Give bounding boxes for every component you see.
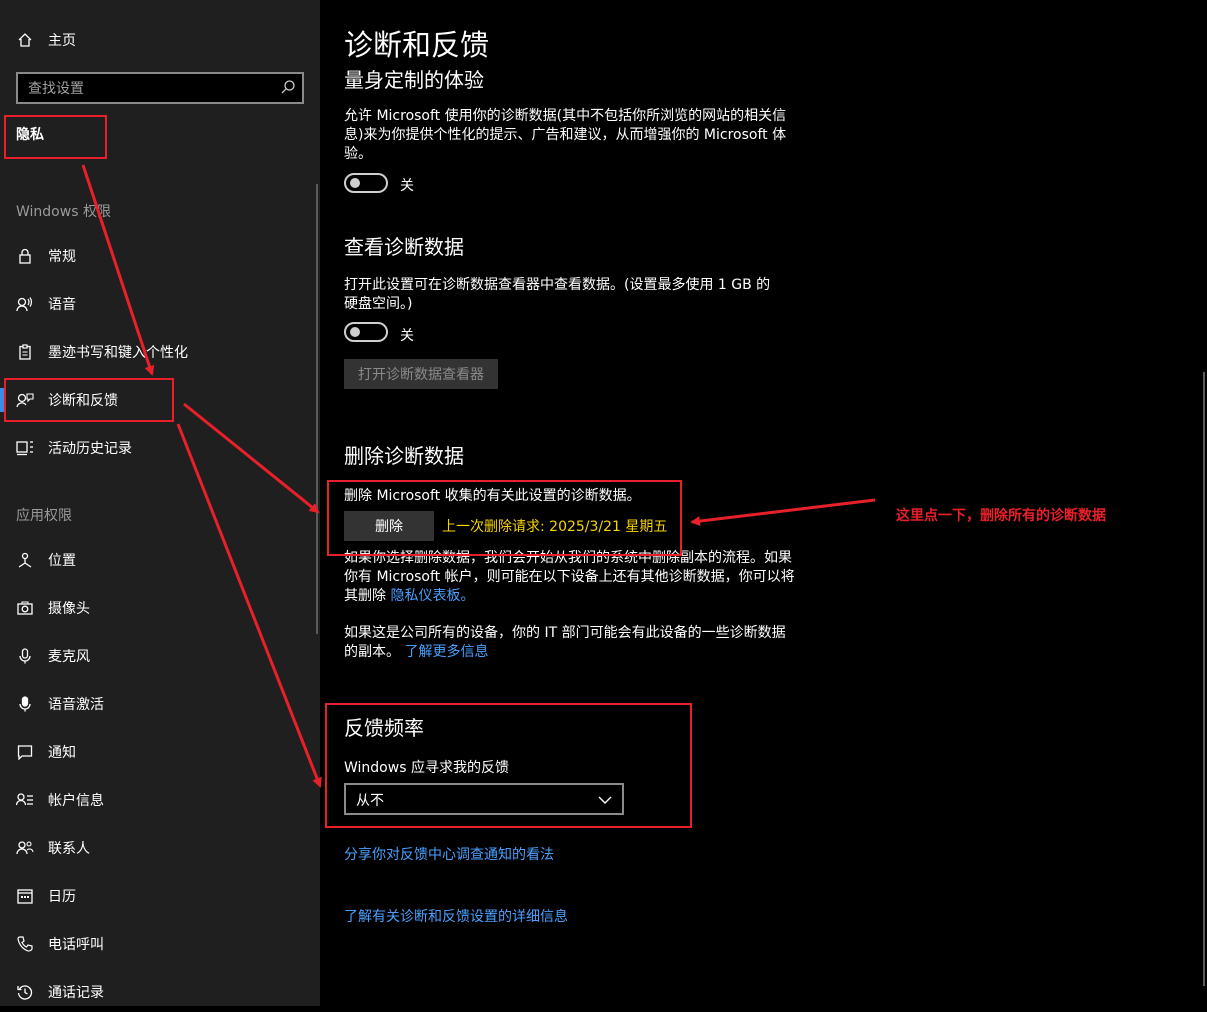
activity-history-icon [16, 439, 34, 457]
home-icon [16, 31, 34, 49]
sidebar-item-label: 常规 [48, 249, 76, 265]
sidebar-scrollbar[interactable] [316, 184, 318, 634]
search-box[interactable] [16, 72, 304, 104]
sidebar-item-inking[interactable]: 墨迹书写和键入个性化 [0, 332, 320, 372]
sidebar-item-label: 联系人 [48, 841, 90, 857]
toggle-knob [350, 327, 360, 337]
search-icon[interactable] [280, 79, 296, 99]
sidebar-item-label: 通话记录 [48, 985, 104, 1001]
sidebar-item-camera[interactable]: 摄像头 [0, 588, 320, 628]
sidebar-item-call-history[interactable]: 通话记录 [0, 972, 320, 1012]
speech-icon [16, 295, 34, 313]
notification-icon [16, 743, 34, 761]
sidebar-item-notifications[interactable]: 通知 [0, 732, 320, 772]
search-input[interactable] [26, 78, 270, 100]
tailored-description: 允许 Microsoft 使用你的诊断数据(其中不包括你所浏览的网站的相关信息)… [344, 108, 787, 162]
sidebar-item-label: 语音激活 [48, 697, 104, 713]
annotation-note: 这里点一下，删除所有的诊断数据 [896, 508, 1106, 524]
toggle-knob [350, 178, 360, 188]
sidebar-item-label: 墨迹书写和键入个性化 [48, 345, 188, 361]
annotation-box-delete [327, 480, 682, 556]
tailored-toggle[interactable] [344, 173, 388, 193]
learn-more-link[interactable]: 了解更多信息 [404, 644, 488, 660]
view-toggle-label: 关 [400, 328, 414, 344]
annotation-box-diagnostics [4, 378, 174, 422]
sidebar-item-label: 日历 [48, 889, 76, 905]
contacts-icon [16, 839, 34, 857]
sidebar-item-label: 通知 [48, 745, 76, 761]
group-label-apps: 应用权限 [16, 508, 72, 524]
sidebar-item-phone-calls[interactable]: 电话呼叫 [0, 924, 320, 964]
call-history-icon [16, 983, 34, 1001]
tailored-heading: 量身定制的体验 [344, 68, 484, 92]
sidebar-item-speech[interactable]: 语音 [0, 284, 320, 324]
microphone-icon [16, 647, 34, 665]
open-viewer-button[interactable]: 打开诊断数据查看器 [344, 359, 498, 389]
sidebar-item-label: 电话呼叫 [48, 937, 104, 953]
sidebar-item-location[interactable]: 位置 [0, 540, 320, 580]
sidebar-item-label: 语音 [48, 297, 76, 313]
sidebar-item-label: 帐户信息 [48, 793, 104, 809]
page-title: 诊断和反馈 [344, 28, 490, 62]
sidebar-item-microphone[interactable]: 麦克风 [0, 636, 320, 676]
sidebar-item-account-info[interactable]: 帐户信息 [0, 780, 320, 820]
sidebar-item-label: 活动历史记录 [48, 441, 132, 457]
view-description: 打开此设置可在诊断数据查看器中查看数据。(设置最多使用 1 GB 的硬盘空间。) [344, 277, 771, 312]
annotation-box-feedback [325, 703, 692, 828]
main-scrollbar[interactable] [1203, 372, 1205, 986]
phone-icon [16, 935, 34, 953]
sidebar-item-activity-history[interactable]: 活动历史记录 [0, 428, 320, 468]
share-feedback-link[interactable]: 分享你对反馈中心调查通知的看法 [344, 844, 554, 864]
sidebar-item-label: 位置 [48, 553, 76, 569]
home-label: 主页 [48, 33, 76, 49]
sidebar-item-label: 摄像头 [48, 601, 90, 617]
tailored-toggle-label: 关 [400, 178, 414, 194]
diagnostics-details-link[interactable]: 了解有关诊断和反馈设置的详细信息 [344, 906, 568, 926]
view-toggle[interactable] [344, 322, 388, 342]
home-nav-item[interactable]: 主页 [0, 20, 320, 60]
location-icon [16, 551, 34, 569]
clipboard-icon [16, 343, 34, 361]
sidebar-item-voice-activation[interactable]: 语音激活 [0, 684, 320, 724]
group-label-windows: Windows 权限 [16, 204, 111, 220]
calendar-icon [16, 887, 34, 905]
sidebar-item-general[interactable]: 常规 [0, 236, 320, 276]
privacy-dashboard-link[interactable]: 隐私仪表板。 [390, 588, 474, 604]
account-info-icon [16, 791, 34, 809]
view-heading: 查看诊断数据 [344, 235, 464, 259]
annotation-box-privacy [4, 115, 107, 159]
delete-info-1: 如果你选择删除数据，我们会开始从我们的系统中删除副本的流程。如果你有 Micro… [344, 549, 796, 606]
camera-icon [16, 599, 34, 617]
sidebar-item-label: 麦克风 [48, 649, 90, 665]
delete-heading: 删除诊断数据 [344, 444, 464, 468]
lock-icon [16, 247, 34, 265]
sidebar-item-calendar[interactable]: 日历 [0, 876, 320, 916]
sidebar-item-contacts[interactable]: 联系人 [0, 828, 320, 868]
delete-info-2: 如果这是公司所有的设备，你的 IT 部门可能会有此设备的一些诊断数据的副本。 了… [344, 624, 796, 662]
voice-activation-icon [16, 695, 34, 713]
